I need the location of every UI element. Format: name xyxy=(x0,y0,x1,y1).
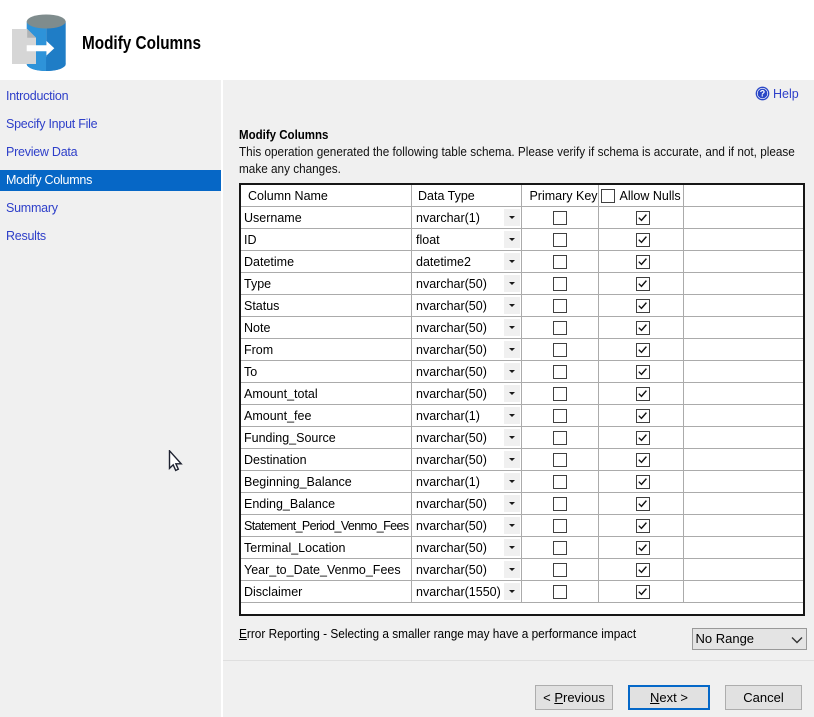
svg-text:?: ? xyxy=(760,89,765,99)
